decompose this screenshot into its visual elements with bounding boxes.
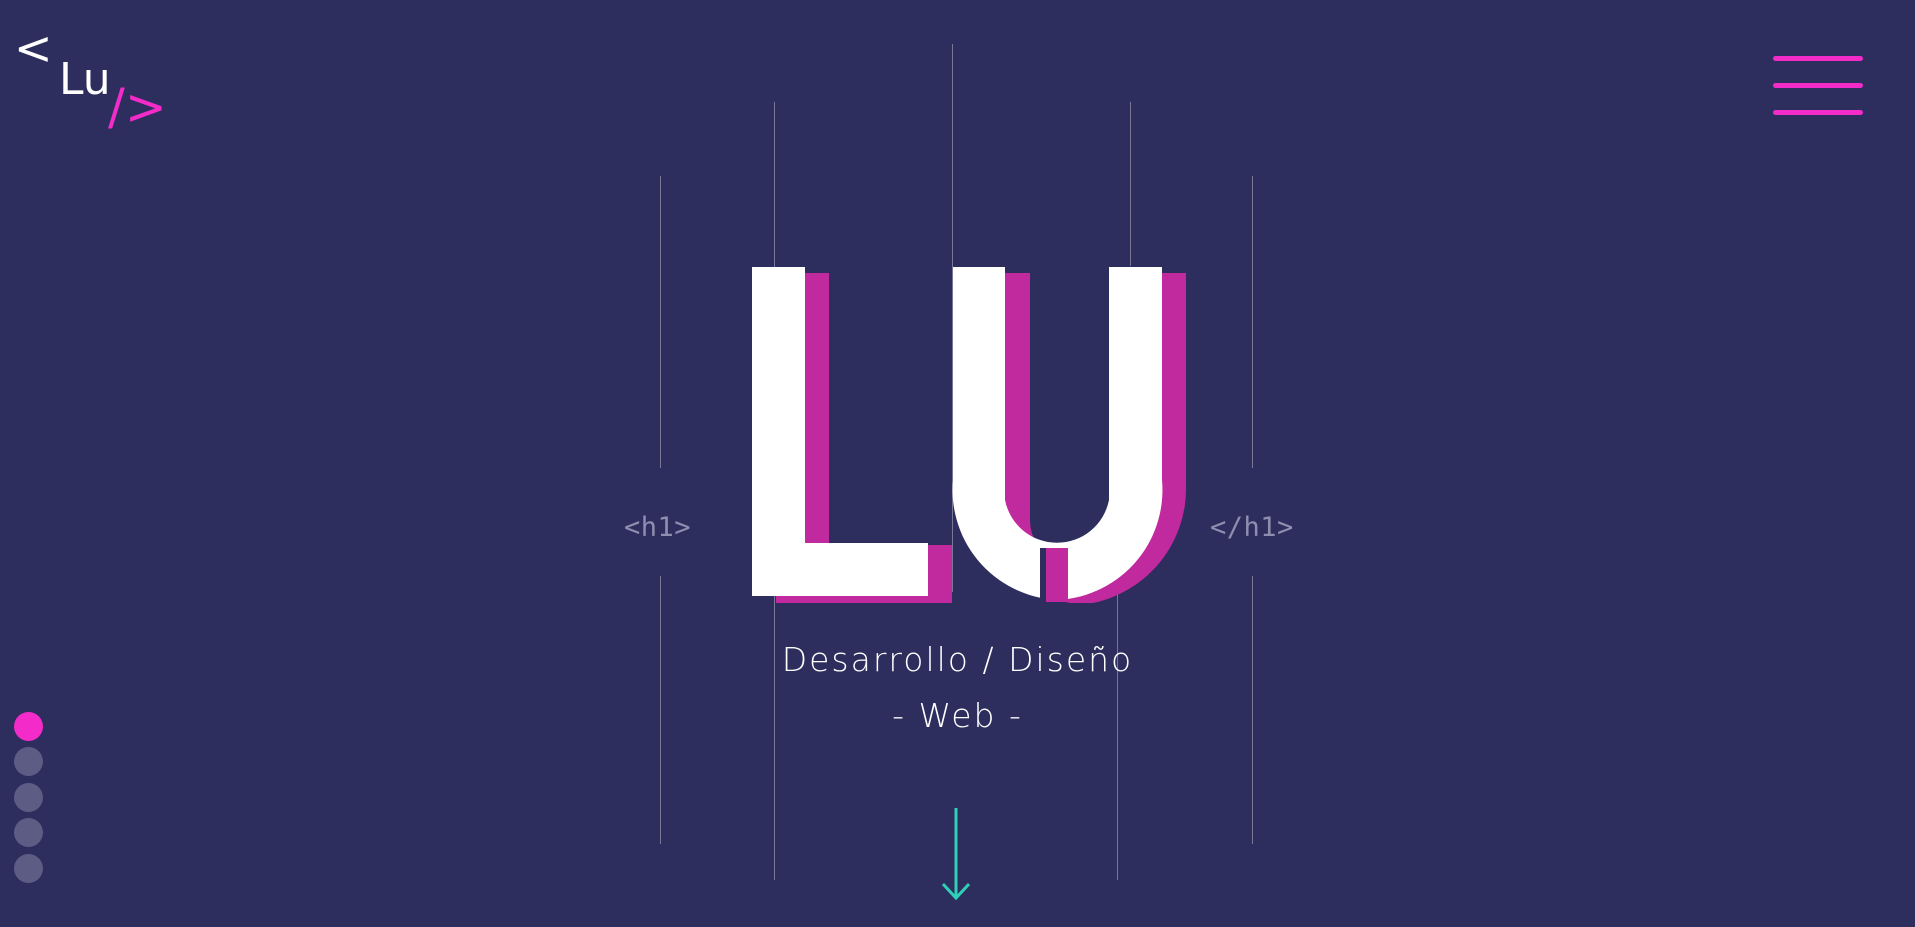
hero-letter-u [952, 267, 1163, 601]
hero-letter-l-shadow [776, 273, 952, 603]
guide-line [1252, 176, 1253, 468]
hamburger-icon-bar-middle [1773, 83, 1863, 88]
page-dot-5[interactable] [14, 854, 43, 883]
arrow-down-icon [941, 808, 971, 901]
hamburger-icon-bar-bottom [1773, 110, 1863, 115]
page-dot-1[interactable] [14, 712, 43, 741]
guide-line [952, 44, 953, 592]
guide-line [660, 176, 661, 468]
site-logo[interactable]: < Lu /> [12, 28, 182, 133]
page-dot-4[interactable] [14, 818, 43, 847]
h1-close-tag: </h1> [1210, 512, 1294, 543]
h1-open-tag: <h1> [624, 512, 692, 543]
logo-open-bracket: < [14, 28, 53, 75]
scroll-down-button[interactable] [940, 806, 972, 902]
hero-title: LU [752, 267, 1187, 603]
logo-mark: < Lu /> [14, 28, 167, 133]
hero-letter-u-shadow [976, 273, 1187, 603]
hero-subtitle-web: - Web - [892, 696, 1023, 735]
menu-button[interactable] [1770, 56, 1866, 120]
guide-line [774, 102, 775, 880]
hero-subtitle: Desarrollo / Diseño [781, 640, 1134, 679]
page-dot-3[interactable] [14, 783, 43, 812]
guide-line [1130, 102, 1131, 266]
logo-name: Lu [59, 54, 111, 105]
hero-letter-l [752, 267, 928, 596]
guide-line [1117, 592, 1118, 880]
hero-letter-u-slit [1046, 548, 1068, 602]
logo-close-bracket: /> [108, 78, 167, 133]
hero-letter-u-slit-gap [1040, 548, 1046, 602]
hamburger-icon-bar-top [1773, 56, 1863, 61]
page-dot-2[interactable] [14, 747, 43, 776]
